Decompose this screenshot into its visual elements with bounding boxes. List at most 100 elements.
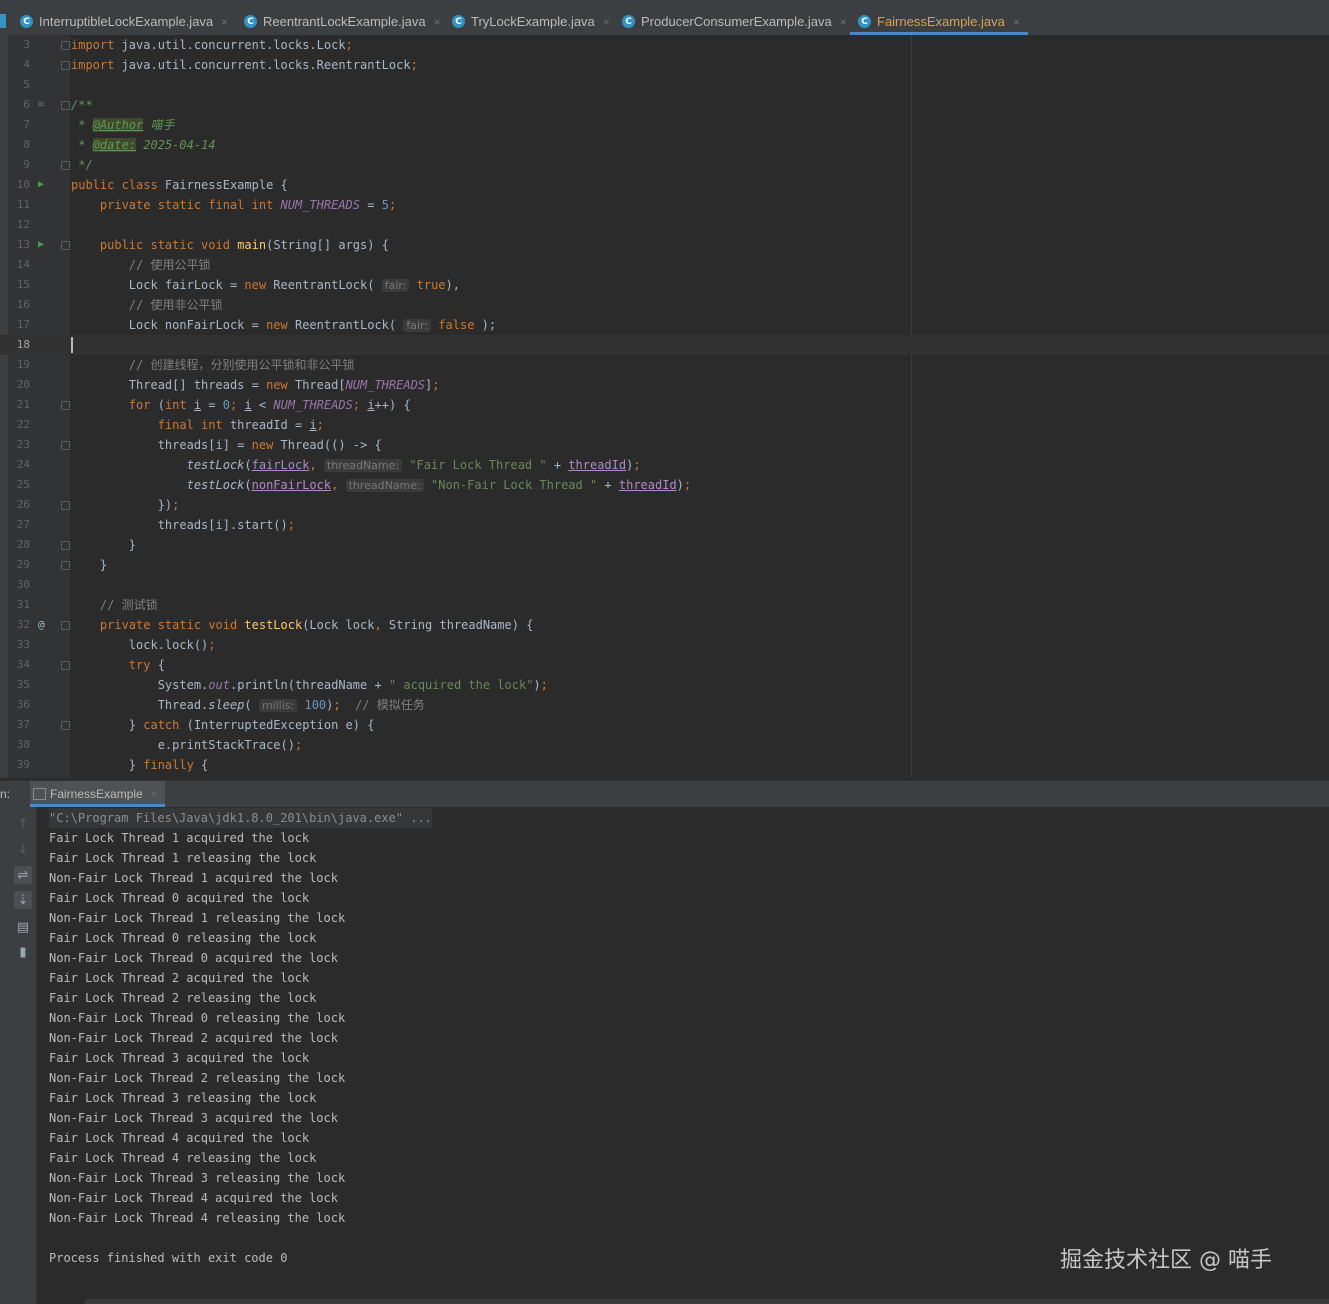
code-line[interactable]: 28 } bbox=[0, 535, 1329, 555]
code-token: // 使用公平锁 bbox=[128, 258, 211, 272]
down-arrow-icon[interactable]: ↓ bbox=[14, 840, 32, 858]
up-arrow-icon[interactable]: ↑ bbox=[14, 815, 32, 833]
code-token: .println(threadName + bbox=[229, 678, 389, 692]
fold-marker-icon[interactable] bbox=[61, 441, 70, 450]
code-line[interactable]: 19 // 创建线程，分别使用公平锁和非公平锁 bbox=[0, 355, 1329, 375]
close-icon[interactable]: × bbox=[840, 15, 847, 29]
tab-reentrantlockexample[interactable]: C ReentrantLockExample.java × bbox=[244, 8, 441, 35]
code-token: @Author bbox=[92, 118, 144, 132]
project-panel-edge[interactable] bbox=[0, 14, 6, 28]
code-line[interactable]: 33 lock.lock(); bbox=[0, 635, 1329, 655]
code-line[interactable]: 3 import java.util.concurrent.locks.Lock; bbox=[0, 35, 1329, 55]
code-token: java.util.concurrent.locks.ReentrantLock bbox=[121, 58, 411, 72]
fold-marker-icon[interactable] bbox=[61, 561, 70, 570]
code-line[interactable]: 32 @ private static void testLock(Lock lo… bbox=[0, 615, 1329, 635]
trash-icon[interactable]: ▮ bbox=[14, 943, 32, 961]
code-line[interactable]: 30 bbox=[0, 575, 1329, 595]
code-line[interactable]: 31 // 测试锁 bbox=[0, 595, 1329, 615]
code-token: ; bbox=[410, 58, 418, 72]
code-token: i bbox=[309, 418, 317, 432]
code-line[interactable]: 7 * @Author 喵手 bbox=[0, 115, 1329, 135]
fold-marker-icon[interactable] bbox=[61, 401, 70, 410]
tab-fairnessexample[interactable]: C FairnessExample.java × bbox=[850, 8, 1028, 35]
code-token: // 创建线程，分别使用公平锁和非公平锁 bbox=[128, 358, 355, 372]
code-line[interactable]: 9 */ bbox=[0, 155, 1329, 175]
close-icon[interactable]: × bbox=[603, 15, 610, 29]
tab-producerconsumerexample[interactable]: C ProducerConsumerExample.java × bbox=[622, 8, 847, 35]
code-line[interactable]: 27 threads[i].start(); bbox=[0, 515, 1329, 535]
code-text: } catch (InterruptedException e) { bbox=[71, 715, 375, 735]
fold-marker-icon[interactable] bbox=[61, 621, 70, 630]
fold-marker-icon[interactable] bbox=[61, 161, 70, 170]
parameter-hint: millis: bbox=[258, 699, 298, 712]
scroll-to-end-icon[interactable]: ⇣ bbox=[14, 891, 32, 909]
code-token: public class bbox=[71, 178, 165, 192]
code-line[interactable]: 18 bbox=[0, 335, 1329, 355]
fold-marker-icon[interactable] bbox=[61, 661, 70, 670]
close-icon[interactable]: × bbox=[434, 15, 441, 29]
console-output-line: Fair Lock Thread 4 acquired the lock bbox=[49, 1131, 310, 1145]
code-line[interactable]: 14 // 使用公平锁 bbox=[0, 255, 1329, 275]
code-line[interactable]: 8 * @date: 2025-04-14 bbox=[0, 135, 1329, 155]
annotation-gutter-icon[interactable]: @ bbox=[38, 615, 45, 635]
code-token: ( bbox=[244, 458, 252, 472]
code-line[interactable]: 21 for (int i = 0; i < NUM_THREADS; i++)… bbox=[0, 395, 1329, 415]
tab-interruptiblelockexample[interactable]: C InterruptibleLockExample.java × bbox=[20, 8, 228, 35]
fold-marker-icon[interactable] bbox=[61, 101, 70, 110]
code-line[interactable]: 20 Thread[] threads = new Thread[NUM_THR… bbox=[0, 375, 1329, 395]
horizontal-scrollbar[interactable] bbox=[85, 1299, 1329, 1304]
code-line[interactable]: 15 Lock fairLock = new ReentrantLock( fa… bbox=[0, 275, 1329, 295]
code-line[interactable]: 39 } finally { bbox=[0, 755, 1329, 775]
console-output-line: Non-Fair Lock Thread 0 releasing the loc… bbox=[49, 1011, 346, 1025]
code-line[interactable]: 13 ▶ public static void main(String[] arg… bbox=[0, 235, 1329, 255]
code-line[interactable]: 16 // 使用非公平锁 bbox=[0, 295, 1329, 315]
code-line[interactable]: 6 ≡ /** bbox=[0, 95, 1329, 115]
code-text: import java.util.concurrent.locks.Lock; bbox=[71, 35, 353, 55]
code-line[interactable]: 23 threads[i] = new Thread(() -> { bbox=[0, 435, 1329, 455]
fold-marker-icon[interactable] bbox=[61, 61, 70, 70]
code-token: ) bbox=[533, 678, 541, 692]
code-line[interactable]: 12 bbox=[0, 215, 1329, 235]
code-line[interactable]: 34 try { bbox=[0, 655, 1329, 675]
fold-marker-icon[interactable] bbox=[61, 41, 70, 50]
close-icon[interactable]: × bbox=[1013, 15, 1020, 29]
code-line[interactable]: 29 } bbox=[0, 555, 1329, 575]
code-line[interactable]: 17 Lock nonFairLock = new ReentrantLock(… bbox=[0, 315, 1329, 335]
soft-wrap-icon[interactable]: ⇌ bbox=[14, 866, 32, 884]
fold-marker-icon[interactable] bbox=[61, 721, 70, 730]
code-line[interactable]: 24 testLock(fairLock, threadName: "Fair … bbox=[0, 455, 1329, 475]
run-gutter-icon[interactable]: ▶ bbox=[38, 235, 44, 255]
code-line[interactable]: 5 bbox=[0, 75, 1329, 95]
run-gutter-icon[interactable]: ▶ bbox=[38, 175, 44, 195]
run-tab-fairness-example[interactable]: FairnessExample × bbox=[30, 781, 166, 807]
code-line[interactable]: 35 System.out.println(threadName + " acq… bbox=[0, 675, 1329, 695]
code-token: final int bbox=[157, 418, 230, 432]
close-icon[interactable]: × bbox=[221, 15, 228, 29]
code-line[interactable]: 37 } catch (InterruptedException e) { bbox=[0, 715, 1329, 735]
fold-marker-icon[interactable] bbox=[61, 541, 70, 550]
code-text: e.printStackTrace(); bbox=[71, 735, 303, 755]
code-line[interactable]: 4 import java.util.concurrent.locks.Reent… bbox=[0, 55, 1329, 75]
close-icon[interactable]: × bbox=[151, 788, 157, 800]
code-line[interactable]: 36 Thread.sleep( millis: 100); // 模拟任务 bbox=[0, 695, 1329, 715]
code-text: }); bbox=[71, 495, 180, 515]
print-icon[interactable]: ▤ bbox=[14, 918, 32, 936]
code-token: ; bbox=[345, 38, 353, 52]
render-doc-icon[interactable]: ≡ bbox=[38, 95, 44, 115]
code-token: // 使用非公平锁 bbox=[128, 298, 223, 312]
fold-marker-icon[interactable] bbox=[61, 241, 70, 250]
code-line[interactable]: 26 }); bbox=[0, 495, 1329, 515]
code-line[interactable]: 11 private static final int NUM_THREADS … bbox=[0, 195, 1329, 215]
code-token: true bbox=[409, 278, 446, 292]
run-console[interactable]: ↑ ↓ ⇌ ⇣ ▤ ▮ "C:\Program Files\Java\jdk1.… bbox=[0, 807, 1329, 1304]
code-line[interactable]: 25 testLock(nonFairLock, threadName: "No… bbox=[0, 475, 1329, 495]
code-editor[interactable]: 3 import java.util.concurrent.locks.Lock;… bbox=[0, 35, 1329, 778]
code-line[interactable]: 38 e.printStackTrace(); bbox=[0, 735, 1329, 755]
code-token: Thread[ bbox=[294, 378, 346, 392]
parameter-hint: fair: bbox=[403, 319, 432, 332]
fold-marker-icon[interactable] bbox=[61, 501, 70, 510]
tab-trylockexample[interactable]: C TryLockExample.java × bbox=[452, 8, 610, 35]
code-line[interactable]: 10 ▶ public class FairnessExample { bbox=[0, 175, 1329, 195]
code-line[interactable]: 22 final int threadId = i; bbox=[0, 415, 1329, 435]
